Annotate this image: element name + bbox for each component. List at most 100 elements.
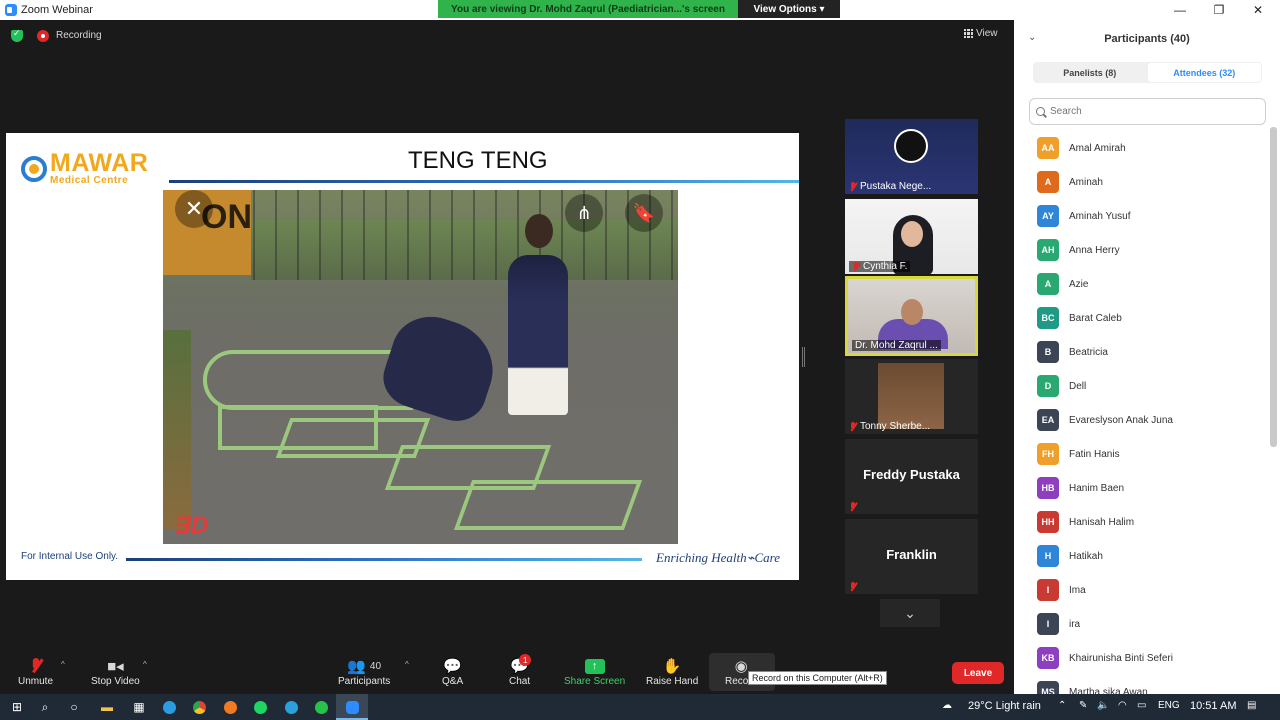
bookmark-icon[interactable]: 🔖 — [625, 194, 663, 232]
video-tile-active-speaker[interactable]: Dr. Mohd Zaqrul ... — [845, 276, 978, 356]
muted-mic-icon — [849, 181, 857, 192]
battery-icon[interactable]: ▭ — [1137, 700, 1146, 711]
participant-search[interactable] — [1029, 98, 1266, 125]
minimize-button[interactable]: — — [1160, 0, 1200, 20]
attendee-row[interactable]: KB Khairunisha Binti Seferi — [1014, 641, 1270, 675]
spotify-icon[interactable] — [251, 698, 269, 716]
store-icon[interactable]: ▦ — [130, 698, 148, 716]
attendee-row[interactable]: Iira — [1014, 607, 1270, 641]
zoom-taskbar-icon[interactable] — [343, 698, 361, 716]
restore-button[interactable]: ❐ — [1199, 0, 1239, 20]
language-indicator[interactable]: ENG — [1158, 700, 1180, 711]
raise-hand-button[interactable]: ✋ Raise Hand — [646, 656, 698, 687]
search-icon[interactable]: ⌕ — [36, 698, 54, 716]
edge-icon[interactable] — [160, 698, 178, 716]
tab-panelists[interactable]: Panelists (8) — [1033, 62, 1147, 83]
leave-button[interactable]: Leave — [952, 662, 1004, 684]
attendee-row[interactable]: D Dell — [1014, 369, 1270, 403]
participants-label: Participants — [338, 676, 391, 687]
participant-video — [878, 363, 944, 429]
close-button[interactable]: ✕ — [1238, 0, 1278, 20]
attendee-row[interactable]: H Hatikah — [1014, 539, 1270, 573]
telegram-icon[interactable] — [282, 698, 300, 716]
video-tile[interactable]: Freddy Pustaka — [845, 439, 978, 514]
chat-button[interactable]: 💬 1 Chat — [509, 654, 532, 687]
meeting-toolbar: Unmute ^ ■◂ Stop Video ^ 👥 40 Participant… — [0, 650, 1014, 694]
chrome-icon[interactable] — [190, 698, 208, 716]
slide-divider-top — [169, 180, 799, 183]
close-icon[interactable]: ✕ — [175, 190, 213, 228]
attendee-row[interactable]: AA Amal Amirah — [1014, 131, 1270, 165]
attendee-row[interactable]: A Aminah — [1014, 165, 1270, 199]
view-button[interactable]: View — [964, 28, 998, 39]
participants-options-caret[interactable]: ^ — [405, 660, 409, 669]
avatar: FH — [1037, 443, 1059, 465]
attendee-row[interactable]: B Beatricia — [1014, 335, 1270, 369]
attendee-row[interactable]: AY Aminah Yusuf — [1014, 199, 1270, 233]
video-tile[interactable]: Franklin — [845, 519, 978, 594]
security-shield-icon[interactable] — [11, 28, 23, 42]
view-options-button[interactable]: View Options ▾ — [738, 0, 840, 18]
attendee-row[interactable]: I Ima — [1014, 573, 1270, 607]
notifications-icon[interactable]: ▤ — [1247, 700, 1256, 711]
weather-label[interactable]: 29°C Light rain — [968, 700, 1041, 712]
stop-video-button[interactable]: ■◂ Stop Video — [91, 656, 140, 687]
attendee-row[interactable]: FH Fatin Hanis — [1014, 437, 1270, 471]
attendee-row[interactable]: MS Martha sika Awan — [1014, 675, 1270, 694]
whatsapp-icon[interactable] — [312, 698, 330, 716]
attendee-row[interactable]: EA Evareslyson Anak Juna — [1014, 403, 1270, 437]
unmute-button[interactable]: Unmute — [18, 656, 53, 687]
tray-overflow-icon[interactable]: ⌃ — [1058, 700, 1066, 711]
qa-button[interactable]: 💬 Q&A — [442, 656, 463, 687]
attendee-name: Beatricia — [1069, 346, 1108, 358]
windows-start-icon[interactable]: ⊞ — [8, 698, 26, 716]
attendee-name: Dell — [1069, 380, 1087, 392]
avatar: I — [1037, 579, 1059, 601]
video-options-caret[interactable]: ^ — [143, 660, 147, 669]
video-tile[interactable]: Tonny Sherbe... — [845, 359, 978, 434]
share-screen-label: Share Screen — [564, 676, 626, 687]
attendee-row[interactable]: AH Anna Herry — [1014, 233, 1270, 267]
attendee-name: Anna Herry — [1069, 244, 1120, 256]
wifi-icon[interactable]: ◠ — [1118, 700, 1127, 711]
attendee-row[interactable]: HB Hanim Baen — [1014, 471, 1270, 505]
participants-button[interactable]: 👥 40 Participants — [338, 656, 390, 687]
avatar: AA — [1037, 137, 1059, 159]
tile-name: Tonny Sherbe... — [860, 421, 931, 432]
clock[interactable]: 10:51 AM — [1190, 700, 1236, 712]
attendee-row[interactable]: HH Hanisah Halim — [1014, 505, 1270, 539]
attendee-name: Hatikah — [1069, 550, 1103, 562]
attendee-name: Barat Caleb — [1069, 312, 1122, 324]
volume-icon[interactable]: 🔈 — [1097, 700, 1109, 711]
participant-face — [901, 221, 923, 247]
video-camera-icon: ■◂ — [107, 658, 124, 675]
slide-title: TENG TENG — [408, 147, 548, 174]
panel-splitter-handle[interactable] — [802, 347, 805, 367]
tiles-scroll-down-button[interactable]: ⌄ — [880, 599, 940, 627]
slide-footnote: For Internal Use Only. — [21, 551, 119, 562]
file-explorer-icon[interactable]: ▬ — [98, 698, 116, 716]
share-icon[interactable]: ⋔ — [565, 194, 603, 232]
tile-big-name: Franklin — [886, 547, 937, 562]
attendee-name: ira — [1069, 618, 1081, 630]
video-tile[interactable]: Pustaka Nege... — [845, 119, 978, 194]
pen-icon[interactable]: ✎ — [1079, 700, 1087, 711]
search-input[interactable] — [1050, 106, 1240, 117]
attendee-row[interactable]: A Azie — [1014, 267, 1270, 301]
audio-options-caret[interactable]: ^ — [61, 660, 65, 669]
share-screen-button[interactable]: ↑ Share Screen — [564, 656, 625, 687]
task-view-icon[interactable]: ○ — [65, 698, 83, 716]
tab-attendees[interactable]: Attendees (32) — [1147, 63, 1261, 82]
viewing-screen-banner: You are viewing Dr. Mohd Zaqrul (Paediat… — [438, 0, 738, 18]
attendee-name: Aminah — [1069, 176, 1103, 188]
photo-fence — [253, 190, 678, 280]
avatar: D — [1037, 375, 1059, 397]
attendee-list-scrollbar[interactable] — [1270, 127, 1277, 447]
chevron-down-icon: ⌄ — [904, 604, 916, 621]
attendee-row[interactable]: BC Barat Caleb — [1014, 301, 1270, 335]
weather-icon[interactable]: ☁ — [942, 700, 952, 711]
share-screen-icon: ↑ — [584, 658, 605, 674]
video-tile[interactable]: Cynthia F. — [845, 199, 978, 274]
attendee-name: Hanisah Halim — [1069, 516, 1135, 528]
firefox-icon[interactable] — [221, 698, 239, 716]
